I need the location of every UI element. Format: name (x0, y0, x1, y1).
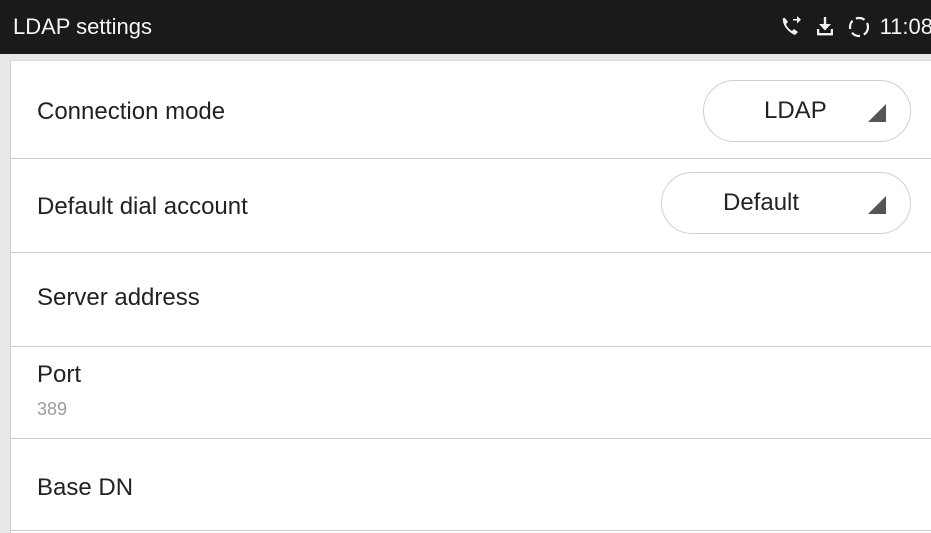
connection-mode-select[interactable]: LDAP (703, 80, 911, 142)
base-dn-row[interactable]: Base DN (11, 439, 931, 531)
default-dial-account-select[interactable]: Default (661, 172, 911, 234)
port-value: 389 (37, 399, 68, 419)
settings-list: Connection mode LDAP Default dial accoun… (10, 60, 931, 533)
server-address-label: Server address (37, 284, 200, 311)
page-title: LDAP settings (13, 14, 153, 39)
sync-icon (844, 12, 874, 42)
default-dial-account-label: Default dial account (37, 193, 248, 220)
dropdown-triangle-icon (868, 196, 886, 214)
server-address-row[interactable]: Server address (11, 253, 931, 347)
download-icon (810, 12, 840, 42)
clock: 11:08 (879, 14, 931, 39)
base-dn-label: Base DN (37, 474, 134, 501)
port-row[interactable]: Port 389 (11, 347, 931, 439)
port-label: Port (37, 361, 82, 388)
default-dial-account-value: Default (723, 189, 800, 216)
dropdown-triangle-icon (868, 104, 886, 122)
call-forward-icon (776, 12, 806, 42)
connection-mode-value: LDAP (764, 97, 827, 124)
default-dial-account-row[interactable]: Default dial account Default (11, 159, 931, 253)
ldap-settings-screen: LDAP settings 11:08 Connection mode LDAP… (0, 0, 931, 533)
connection-mode-label: Connection mode (37, 98, 226, 125)
status-icons: 11:08 (776, 0, 931, 54)
connection-mode-row[interactable]: Connection mode LDAP (11, 61, 931, 159)
status-bar: LDAP settings 11:08 (0, 0, 931, 54)
